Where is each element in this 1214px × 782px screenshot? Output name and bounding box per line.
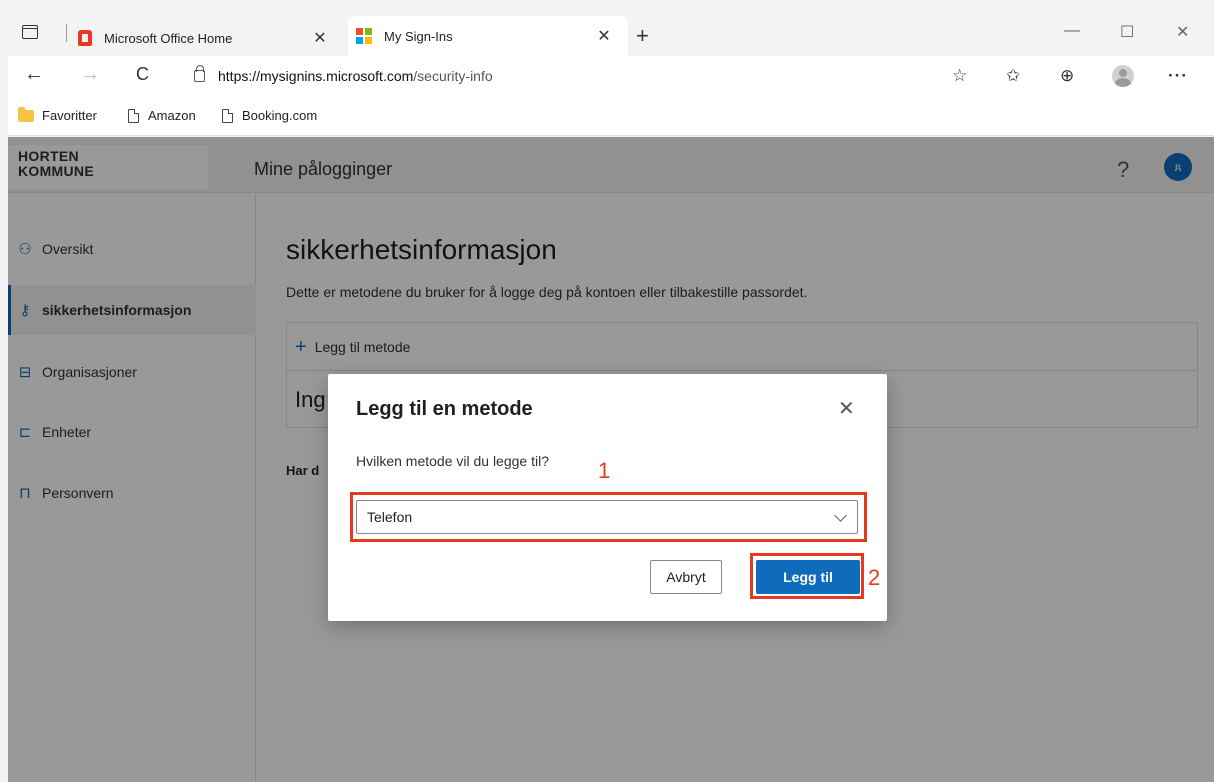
maximize-icon[interactable]: ☐ <box>1120 22 1134 42</box>
tab-close-icon[interactable]: ✕ <box>310 28 330 48</box>
minimize-icon[interactable]: — <box>1064 22 1080 40</box>
site-lock-icon[interactable] <box>194 65 205 82</box>
refresh-icon[interactable]: C <box>136 64 149 84</box>
bookmarks-bar: Favoritter Amazon Booking.com <box>8 96 1214 136</box>
close-icon[interactable]: ✕ <box>838 396 855 421</box>
annotation-number-1: 1 <box>598 458 611 483</box>
back-arrow-icon[interactable]: ← <box>24 64 44 84</box>
more-icon[interactable]: ··· <box>1168 66 1188 86</box>
profile-icon[interactable] <box>1112 65 1134 87</box>
folder-icon <box>18 106 34 122</box>
favorites-list-icon[interactable]: ✩ <box>1006 66 1020 86</box>
microsoft-favicon-icon <box>356 28 372 44</box>
collections-icon[interactable]: ⊕ <box>1060 66 1074 86</box>
page-icon <box>128 108 139 123</box>
browser-toolbar: ← → C https://mysignins.microsoft.com/se… <box>8 56 1214 96</box>
annotation-box-add-button <box>750 553 864 599</box>
annotation-number-2: 2 <box>868 565 881 590</box>
bookmark-booking[interactable]: Booking.com <box>222 108 317 123</box>
tab-actions-icon[interactable] <box>22 25 38 39</box>
forward-arrow-icon[interactable]: → <box>80 64 100 84</box>
window-close-icon[interactable]: ✕ <box>1176 22 1189 42</box>
dialog-title: Legg til en metode <box>356 398 533 420</box>
new-tab-icon[interactable]: + <box>636 25 649 47</box>
tab-my-sign-ins[interactable]: My Sign-Ins ✕ <box>348 16 628 56</box>
tab-close-icon[interactable]: ✕ <box>594 26 614 46</box>
bookmark-label: Amazon <box>148 108 196 123</box>
tab-office-home[interactable]: Microsoft Office Home ✕ <box>74 20 344 56</box>
cancel-button[interactable]: Avbryt <box>650 560 722 594</box>
tab-title: Microsoft Office Home <box>104 30 233 46</box>
bookmark-amazon[interactable]: Amazon <box>128 108 196 123</box>
tab-title: My Sign-Ins <box>384 28 453 44</box>
url-host: https://mysignins.microsoft.com <box>218 68 414 84</box>
office-favicon-icon <box>78 30 92 46</box>
bookmark-favoritter[interactable]: Favoritter <box>18 106 97 123</box>
annotation-box-select <box>350 492 867 542</box>
dialog-question: Hvilken metode vil du legge til? <box>356 453 549 469</box>
bookmark-label: Booking.com <box>242 108 318 123</box>
address-bar[interactable]: https://mysignins.microsoft.com/security… <box>218 68 493 84</box>
tab-strip: Microsoft Office Home ✕ My Sign-Ins ✕ + … <box>8 8 1214 56</box>
bookmark-label: Favoritter <box>42 108 97 123</box>
favorite-star-icon[interactable]: ☆ <box>952 66 967 86</box>
tab-separator <box>66 24 67 42</box>
url-path: /security-info <box>413 68 493 84</box>
page-icon <box>222 108 233 123</box>
